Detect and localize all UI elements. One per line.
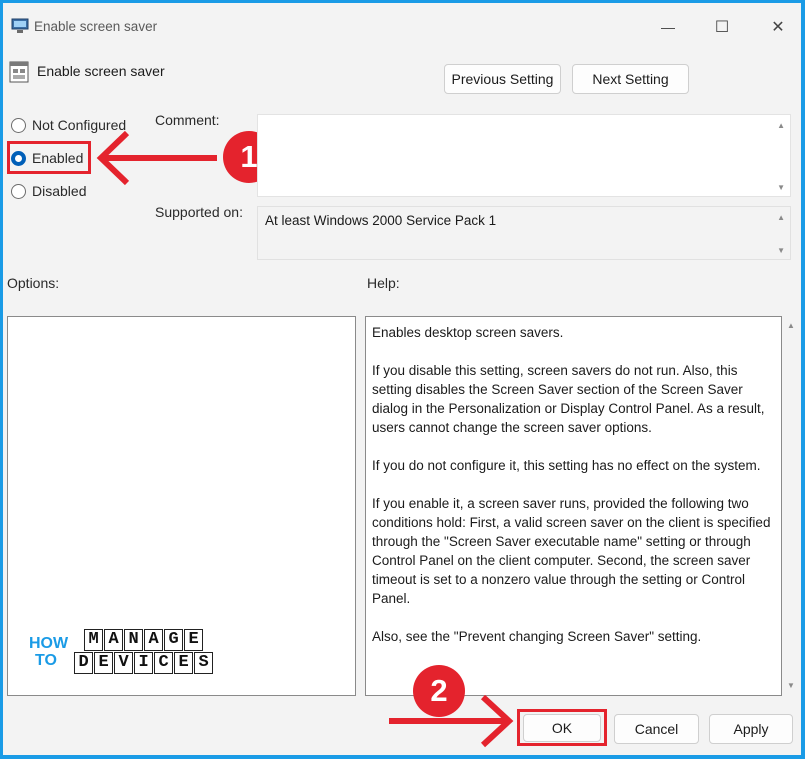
radio-button-selected[interactable] <box>11 150 26 166</box>
logo-manage-letter: A <box>144 629 164 651</box>
annotation-arrow-2 <box>389 695 514 748</box>
logo-manage-letter: M <box>84 629 104 651</box>
help-label: Help: <box>367 275 400 291</box>
help-text: Enables desktop screen savers. If you di… <box>372 325 771 644</box>
scroll-down-icon[interactable]: ▼ <box>777 183 785 192</box>
radio-enabled[interactable]: Enabled <box>11 150 83 166</box>
logo-how-to: HOW TO <box>29 635 68 669</box>
maximize-button[interactable]: ☐ <box>702 13 742 41</box>
logo-devices: DEVICES <box>74 652 214 674</box>
annotation-arrow-1 <box>96 130 217 186</box>
logo-devices-letter: E <box>94 652 114 674</box>
supported-on-value: At least Windows 2000 Service Pack 1 <box>265 213 497 228</box>
logo-manage-letter: N <box>124 629 144 651</box>
logo-how: HOW <box>29 634 69 652</box>
comment-label: Comment: <box>155 112 220 128</box>
logo-manage-letter: E <box>184 629 204 651</box>
close-icon: ✕ <box>771 19 785 36</box>
previous-setting-button[interactable]: Previous Setting <box>444 64 561 94</box>
radio-label: Enabled <box>32 150 84 166</box>
logo-to: TO <box>35 651 57 669</box>
minimize-button[interactable]: — <box>648 13 688 41</box>
logo-devices-letter: S <box>194 652 214 674</box>
ok-button[interactable]: OK <box>523 714 601 742</box>
comment-field[interactable]: ▲ ▼ <box>257 114 791 197</box>
scroll-down-icon[interactable]: ▼ <box>777 246 785 255</box>
apply-button[interactable]: Apply <box>709 714 793 744</box>
logo-manage-letter: A <box>104 629 124 651</box>
close-button[interactable]: ✕ <box>758 13 798 41</box>
title-bar: Enable screen saver — ☐ ✕ <box>3 3 801 49</box>
help-scroll-up-icon[interactable]: ▲ <box>787 321 795 330</box>
supported-on-field: At least Windows 2000 Service Pack 1 ▲ ▼ <box>257 206 791 260</box>
help-scroll-down-icon[interactable]: ▼ <box>787 681 795 690</box>
radio-button[interactable] <box>11 183 26 199</box>
help-pane: Enables desktop screen savers. If you di… <box>365 316 782 696</box>
scroll-up-icon[interactable]: ▲ <box>777 121 785 130</box>
logo-devices-letter: E <box>174 652 194 674</box>
how-to-manage-devices-logo: HOW TO MANAGE DEVICES <box>29 629 214 674</box>
policy-setting-icon <box>9 61 29 83</box>
logo-manage: MANAGE <box>74 629 214 651</box>
radio-label: Disabled <box>32 183 87 199</box>
radio-disabled[interactable]: Disabled <box>11 183 86 199</box>
options-label: Options: <box>7 275 60 291</box>
logo-devices-letter: I <box>134 652 154 674</box>
next-setting-button[interactable]: Next Setting <box>572 64 689 94</box>
logo-manage-letter: G <box>164 629 184 651</box>
logo-devices-letter: V <box>114 652 134 674</box>
window-title: Enable screen saver <box>34 19 158 34</box>
policy-dialog: Enable screen saver — ☐ ✕ Enable screen … <box>3 3 801 755</box>
radio-button[interactable] <box>11 117 26 133</box>
policy-app-icon <box>11 18 29 33</box>
scroll-up-icon[interactable]: ▲ <box>777 213 785 222</box>
logo-devices-letter: C <box>154 652 174 674</box>
cancel-button[interactable]: Cancel <box>614 714 699 744</box>
policy-name: Enable screen saver <box>37 63 165 79</box>
maximize-icon: ☐ <box>714 19 730 36</box>
logo-devices-letter: D <box>74 652 94 674</box>
logo-boxes: MANAGE DEVICES <box>74 629 214 674</box>
minimize-icon: — <box>661 19 675 35</box>
supported-on-label: Supported on: <box>155 204 243 220</box>
